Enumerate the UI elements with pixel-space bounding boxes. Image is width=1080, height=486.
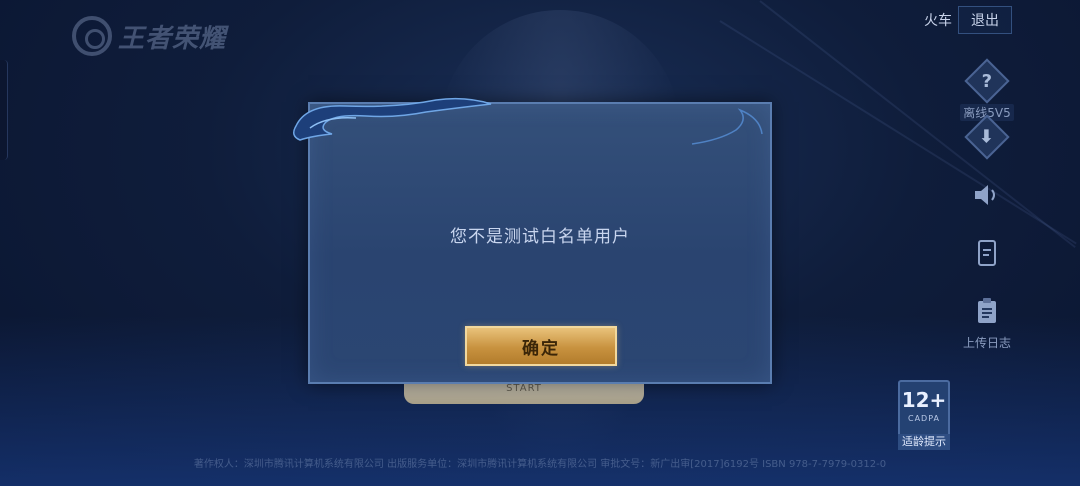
game-logo: 王者荣耀	[72, 16, 226, 56]
download-icon: ⬇	[964, 114, 1010, 160]
upload-log-label: 上传日志	[962, 336, 1011, 350]
speaker-icon	[968, 176, 1006, 214]
confirm-button[interactable]: 确定	[465, 326, 617, 366]
repair-icon	[968, 234, 1006, 272]
copyright-footer: 著作权人：深圳市腾讯计算机系统有限公司 出版服务单位：深圳市腾讯计算机系统有限公…	[193, 459, 887, 470]
left-edge-tab[interactable]	[0, 60, 8, 160]
train-label: 火车	[924, 13, 952, 29]
swirl-ornament-right-icon	[691, 108, 763, 145]
dialog-message: 您不是测试白名单用户	[450, 227, 630, 247]
background-streak	[759, 0, 1076, 249]
alert-dialog: 您不是测试白名单用户 确定	[293, 97, 772, 384]
age-rating-badge: 12+ CADPA 适龄提示	[898, 380, 950, 450]
age-rating: 12+	[901, 388, 947, 412]
sound-button[interactable]	[952, 176, 1022, 214]
top-right-bar: 火车 退出	[924, 6, 1012, 34]
logo-icon	[72, 16, 112, 56]
age-org: CADPA	[907, 414, 940, 423]
clipboard-icon	[968, 292, 1006, 330]
help-button[interactable]: ? 离线5V5	[952, 58, 1022, 121]
age-tip: 适龄提示	[898, 434, 950, 450]
repair-button[interactable]	[952, 234, 1022, 272]
exit-button[interactable]: 退出	[958, 6, 1012, 34]
upload-log-button[interactable]: 上传日志	[952, 292, 1022, 351]
background-streak	[719, 20, 1077, 245]
logo-text: 王者荣耀	[118, 23, 227, 54]
download-button[interactable]: ⬇	[952, 114, 1022, 160]
swirl-ornament-icon	[293, 97, 492, 141]
question-icon: ?	[964, 58, 1010, 104]
